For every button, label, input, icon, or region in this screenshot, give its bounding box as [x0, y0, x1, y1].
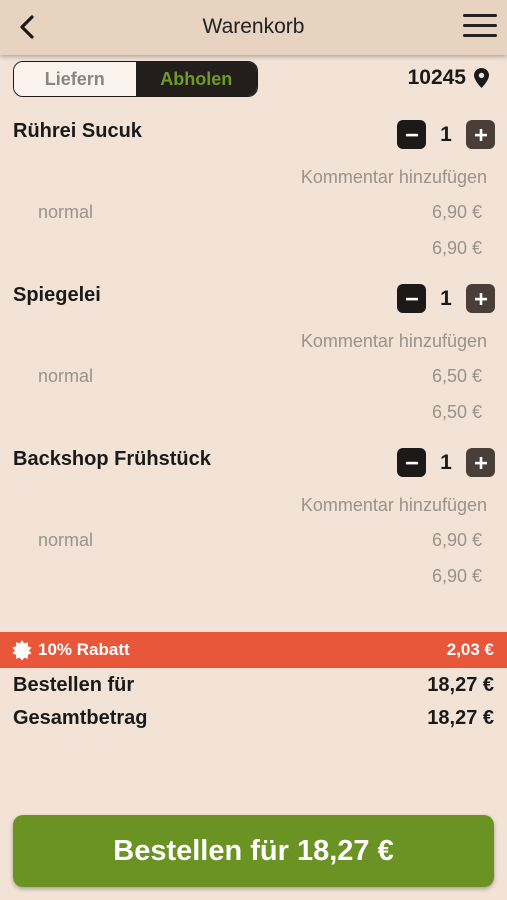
- decrease-quantity-button[interactable]: [397, 448, 426, 477]
- minus-icon: [405, 461, 418, 464]
- location-selector[interactable]: 10245: [408, 66, 489, 90]
- add-comment-link[interactable]: Kommentar hinzufügen: [301, 495, 487, 516]
- item-quantity: 1: [440, 286, 452, 310]
- plus-icon: [474, 128, 487, 141]
- order-for-row: Bestellen für 18,27 €: [13, 674, 494, 697]
- discount-label: 10% Rabatt: [38, 640, 130, 659]
- item-name: Backshop Frühstück: [13, 448, 211, 470]
- variant-price: 6,50 €: [431, 366, 482, 386]
- plus-icon: [474, 456, 487, 469]
- quantity-stepper: 1: [397, 120, 495, 149]
- order-for-value: 18,27 €: [427, 674, 494, 696]
- variant-price: 6,90 €: [431, 530, 482, 550]
- item-total: 6,90 €: [431, 566, 482, 586]
- increase-quantity-button[interactable]: [466, 448, 495, 477]
- discount-badge-icon: [12, 640, 32, 660]
- toggle-option-liefern[interactable]: Liefern: [14, 62, 136, 96]
- variant-price: 6,90 €: [431, 202, 482, 222]
- cart-item: Backshop Frühstück 1 Kommentar hinzufüge…: [0, 448, 507, 612]
- item-variant: normal: [38, 202, 94, 222]
- app-header: Warenkorb: [0, 0, 507, 55]
- item-total: 6,50 €: [431, 402, 482, 422]
- item-total: 6,90 €: [431, 238, 482, 258]
- cart-item: Spiegelei 1 Kommentar hinzufügen normal …: [0, 284, 507, 448]
- item-variant: normal: [38, 366, 94, 386]
- item-name: Spiegelei: [13, 284, 101, 306]
- order-for-label: Bestellen für: [13, 674, 135, 696]
- delivery-mode-toggle: Liefern Abholen: [13, 61, 258, 97]
- place-order-button[interactable]: Bestellen für 18,27 €: [13, 815, 494, 887]
- discount-amount: 2,03 €: [446, 640, 494, 659]
- menu-button[interactable]: [463, 14, 497, 42]
- total-value: 18,27 €: [427, 707, 494, 729]
- toggle-option-abholen[interactable]: Abholen: [135, 62, 257, 96]
- page-title: Warenkorb: [202, 15, 305, 38]
- decrease-quantity-button[interactable]: [397, 120, 426, 149]
- item-variant: normal: [38, 530, 94, 550]
- increase-quantity-button[interactable]: [466, 284, 495, 313]
- item-quantity: 1: [440, 122, 452, 146]
- plus-icon: [474, 292, 487, 305]
- minus-icon: [405, 297, 418, 300]
- decrease-quantity-button[interactable]: [397, 284, 426, 313]
- discount-banner: 10% Rabatt 2,03 €: [0, 632, 507, 668]
- total-label: Gesamtbetrag: [13, 707, 148, 729]
- item-name: Rührei Sucuk: [13, 120, 142, 142]
- hamburger-icon: [463, 14, 497, 37]
- zip-code: 10245: [407, 66, 466, 89]
- item-quantity: 1: [440, 450, 452, 474]
- total-row: Gesamtbetrag 18,27 €: [13, 707, 494, 730]
- quantity-stepper: 1: [397, 284, 495, 313]
- quantity-stepper: 1: [397, 448, 495, 477]
- add-comment-link[interactable]: Kommentar hinzufügen: [301, 167, 487, 188]
- map-pin-icon: [474, 68, 489, 88]
- cart-item: Rührei Sucuk 1 Kommentar hinzufügen norm…: [0, 120, 507, 284]
- increase-quantity-button[interactable]: [466, 120, 495, 149]
- minus-icon: [405, 133, 418, 136]
- add-comment-link[interactable]: Kommentar hinzufügen: [301, 331, 487, 352]
